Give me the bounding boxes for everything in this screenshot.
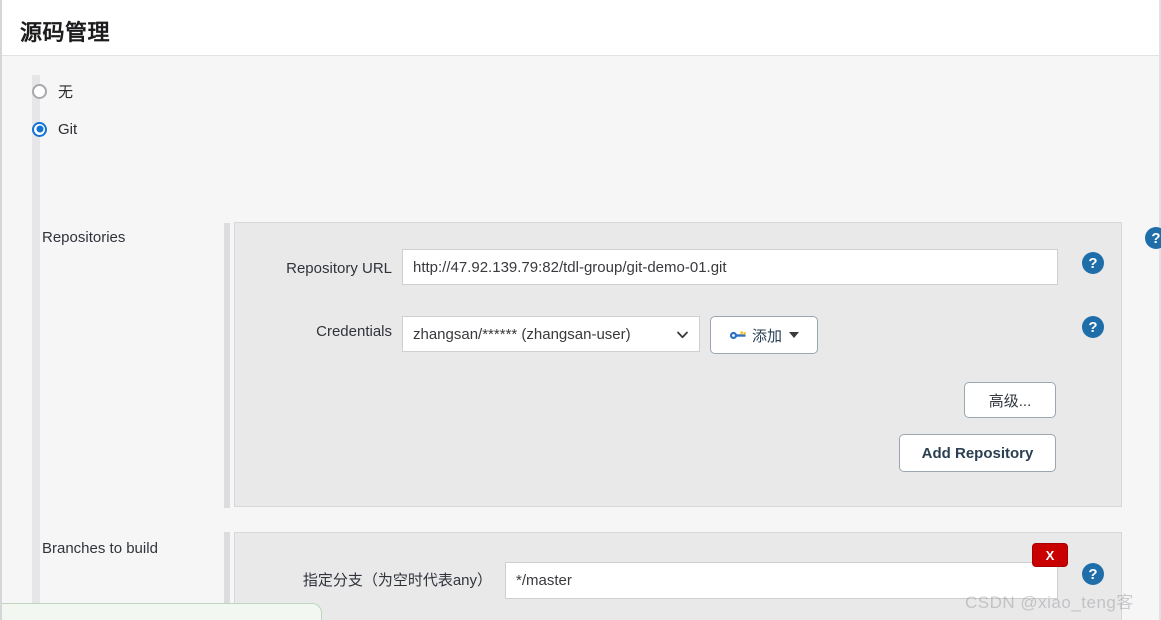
add-credentials-button[interactable]: 添加: [710, 316, 818, 354]
help-icon-scm[interactable]: ?: [1145, 227, 1161, 249]
page-header: 源码管理: [2, 0, 1159, 56]
help-icon-branch-specifier[interactable]: ?: [1082, 563, 1104, 585]
repositories-panel-tick: [224, 223, 230, 508]
credentials-select[interactable]: zhangsan/****** (zhangsan-user): [402, 316, 700, 352]
repository-url-label: Repository URL: [286, 260, 392, 277]
bottom-notification-panel: [2, 603, 322, 620]
repository-url-input[interactable]: [402, 249, 1058, 285]
delete-branch-button[interactable]: X: [1032, 543, 1068, 567]
branch-specifier-label: 指定分支（为空时代表any）: [302, 572, 492, 589]
help-icon-credentials[interactable]: ?: [1082, 316, 1104, 338]
key-icon: [729, 328, 747, 342]
branches-section-label: Branches to build: [42, 540, 158, 557]
advanced-button[interactable]: 高级...: [964, 382, 1056, 418]
radio-none-label: 无: [58, 83, 74, 101]
radio-git-label: Git: [58, 120, 78, 138]
credentials-label: Credentials: [316, 323, 392, 340]
radio-none-indicator[interactable]: [32, 83, 47, 99]
form-body: 无 Git Repositories Repository URL Creden…: [2, 57, 1161, 620]
radio-option-none[interactable]: 无: [32, 81, 73, 101]
page-title: 源码管理: [20, 20, 111, 45]
chevron-down-icon: [676, 328, 689, 341]
branch-specifier-input[interactable]: [505, 562, 1058, 599]
caret-down-icon: [789, 332, 799, 338]
credentials-select-value: zhangsan/****** (zhangsan-user): [413, 325, 631, 343]
help-icon-repository-url[interactable]: ?: [1082, 252, 1104, 274]
repositories-section-label: Repositories: [42, 229, 126, 246]
radio-option-git[interactable]: Git: [32, 119, 77, 139]
radio-git-indicator[interactable]: [32, 121, 47, 137]
source-code-management-page: 源码管理 无 Git Repositories Repository URL C…: [0, 0, 1161, 620]
form-left-accent-strip: [32, 75, 40, 620]
credentials-select-box[interactable]: zhangsan/****** (zhangsan-user): [402, 316, 700, 352]
add-repository-button[interactable]: Add Repository: [899, 434, 1056, 472]
add-credentials-label: 添加: [751, 327, 782, 345]
